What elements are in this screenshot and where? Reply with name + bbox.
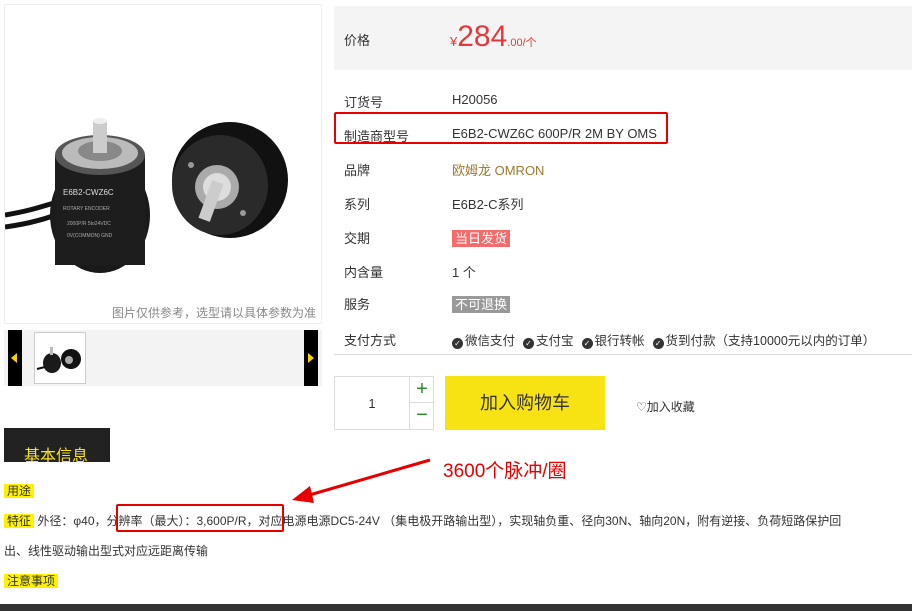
product-image: E6B2-CWZ6C ROTARY ENCODER 2000P/R 5to24V… xyxy=(4,4,322,324)
payment-cod: ✓ 货到付款（支持10000元以内的订单） xyxy=(652,334,875,349)
usage-row: 用途 xyxy=(4,482,35,499)
image-disclaimer: 图片仅供参考，选型请以具体参数为准 xyxy=(90,304,316,321)
price-panel: 价格 ¥284.00/个 xyxy=(334,6,912,70)
thumbnail-strip xyxy=(4,330,322,386)
tab-basic-info[interactable]: 基本信息 xyxy=(4,428,110,462)
chevron-left-icon xyxy=(11,353,17,363)
payment-methods: ✓ 微信支付 ✓ 支付宝 ✓ 银行转帐 ✓ 货到付款（支持10000元以内的订单） xyxy=(452,330,883,349)
check-icon: ✓ xyxy=(581,338,593,349)
resolution-highlight-box xyxy=(116,504,284,532)
svg-text:0V(COMMON) GND: 0V(COMMON) GND xyxy=(67,233,113,239)
feature-row-continued: 出、线性驱动输出型式对应远距离传输 xyxy=(4,542,208,559)
price-label: 价格 xyxy=(344,33,371,48)
thumbnail-next-button[interactable] xyxy=(304,330,318,386)
quantity-increase-button[interactable]: + xyxy=(409,377,434,403)
delivery-badge: 当日发货 xyxy=(452,230,511,247)
annotation-text: 3600个脉冲/圈 xyxy=(443,461,567,482)
svg-text:ROTARY ENCODER: ROTARY ENCODER xyxy=(63,206,110,212)
encoder-thumbnail-icon xyxy=(36,347,81,373)
payment-alipay: ✓ 支付宝 xyxy=(523,334,574,349)
check-icon: ✓ xyxy=(652,338,664,349)
notes-label: 注意事项 xyxy=(4,574,59,588)
price-decimal: .00/个 xyxy=(507,37,537,49)
payment-wechat: ✓ 微信支付 xyxy=(452,334,515,349)
feature-label: 特征 xyxy=(4,514,35,528)
thumbnail-1[interactable] xyxy=(34,332,86,384)
attr-key: 交期 xyxy=(344,231,371,246)
attr-value: E6B2-C系列 xyxy=(452,197,524,212)
usage-label: 用途 xyxy=(4,484,35,498)
check-icon: ✓ xyxy=(523,338,535,349)
feature-text-pre: 外径：φ40， xyxy=(37,514,107,528)
attr-key: 系列 xyxy=(344,197,371,212)
feature-text-post: 对应电源电源DC5-24V （集电极开路输出型），实现轴负重、径向30N、轴向2… xyxy=(258,514,842,528)
price-value: ¥284.00/个 xyxy=(450,20,537,54)
thumbnail-prev-button[interactable] xyxy=(8,330,22,386)
tab-basic-info-label: 基本信息 xyxy=(24,448,89,462)
encoder-illustration: E6B2-CWZ6C ROTARY ENCODER 2000P/R 5to24V… xyxy=(5,118,288,273)
check-icon: ✓ xyxy=(452,338,463,349)
quantity-stepper: + − xyxy=(334,376,434,430)
attr-key: 服务 xyxy=(344,297,371,312)
attr-value: H20056 xyxy=(452,92,498,107)
add-to-favorites-button[interactable]: ♡加入收藏 xyxy=(636,398,695,415)
chevron-right-icon xyxy=(308,353,314,363)
service-badge: 不可退换 xyxy=(452,296,511,313)
attr-key: 订货号 xyxy=(344,95,384,110)
price-integer: 284 xyxy=(457,20,508,53)
quantity-decrease-button[interactable]: − xyxy=(409,403,434,429)
notes-row: 注意事项 xyxy=(4,572,59,589)
payment-bank: ✓ 银行转帐 xyxy=(581,334,645,349)
divider xyxy=(334,354,912,355)
attr-key: 内含量 xyxy=(344,265,384,280)
svg-text:2000P/R 5to24VDC: 2000P/R 5to24VDC xyxy=(67,221,111,227)
add-to-cart-button[interactable]: 加入购物车 xyxy=(445,376,605,430)
feature-text-line2: 出、线性驱动输出型式对应远距离传输 xyxy=(4,544,209,558)
quantity-input[interactable] xyxy=(335,377,409,429)
svg-text:E6B2-CWZ6C: E6B2-CWZ6C xyxy=(63,188,114,197)
brand-link[interactable]: 欧姆龙 OMRON xyxy=(452,160,544,179)
model-highlight-box xyxy=(334,112,668,144)
bottom-bar xyxy=(0,604,912,611)
attr-value: 1 个 xyxy=(452,265,476,280)
attr-key: 支付方式 xyxy=(344,333,397,348)
attr-key: 品牌 xyxy=(344,163,371,178)
